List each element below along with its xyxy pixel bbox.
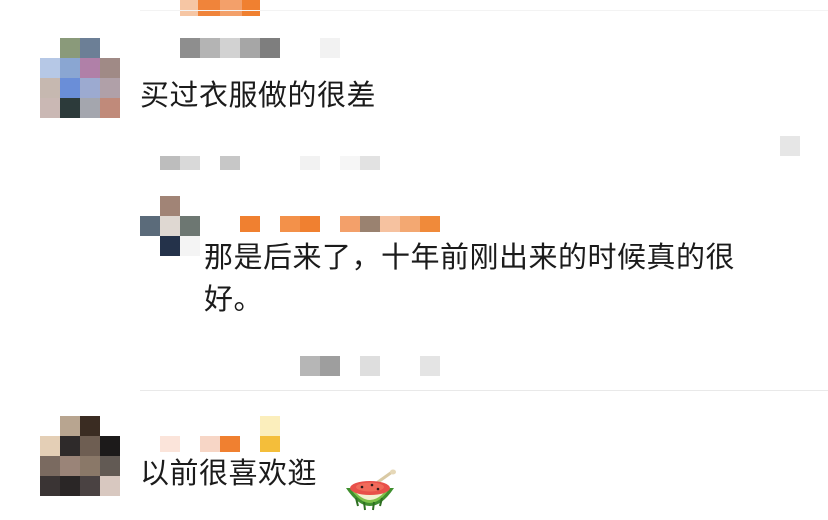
watermelon-icon (342, 468, 398, 516)
top-divider (140, 10, 828, 11)
comment-text: 以前很喜欢逛 (140, 456, 318, 490)
reply-text: 那是后来了，十年前刚出来的时候真的很好。 (204, 240, 736, 316)
like-icon[interactable] (780, 136, 800, 156)
avatar[interactable] (40, 38, 120, 118)
reply-avatar[interactable] (140, 196, 200, 256)
comment-text: 买过衣服做的很差 (140, 78, 377, 112)
comment-divider (140, 390, 828, 391)
avatar[interactable] (40, 416, 120, 496)
